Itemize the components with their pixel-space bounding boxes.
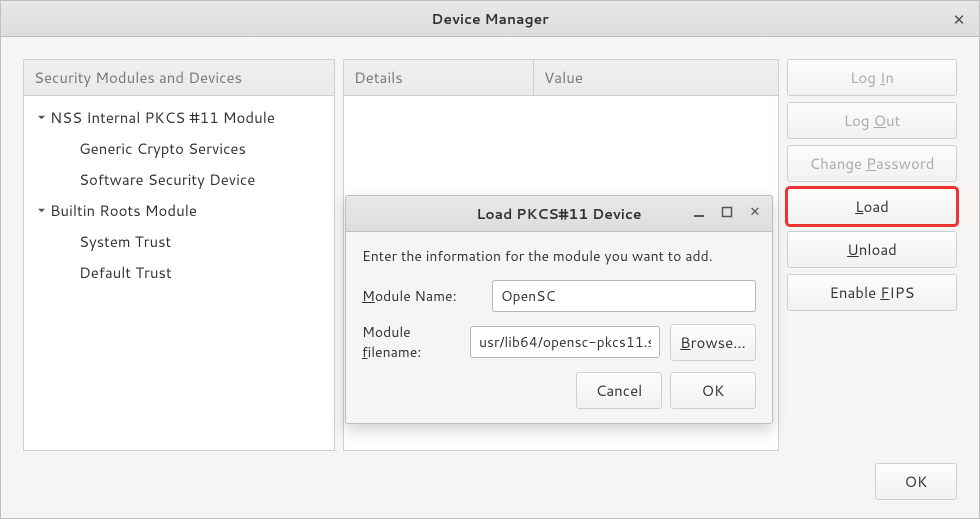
minimize-icon[interactable]: [690, 203, 708, 221]
tree-module-label: Builtin Roots Module: [50, 200, 197, 221]
tree-module-label: NSS Internal PKCS #11 Module: [50, 107, 275, 128]
tree-device-default-trust[interactable]: Default Trust: [24, 257, 334, 288]
dialog-instruction: Enter the information for the module you…: [362, 246, 756, 266]
tree-device-label: Default Trust: [79, 262, 172, 283]
ok-button[interactable]: OK: [875, 463, 957, 500]
dialog-title: Load PKCS#11 Device: [476, 204, 641, 224]
device-manager-window: Device Manager ✕ Security Modules and De…: [0, 0, 980, 519]
modules-tree-panel: Security Modules and Devices NSS Interna…: [23, 59, 335, 451]
window-title: Device Manager: [431, 9, 548, 29]
details-header-value: Value: [534, 60, 778, 96]
tree-module-nss[interactable]: NSS Internal PKCS #11 Module: [24, 102, 334, 133]
tree-device-label: Generic Crypto Services: [79, 138, 246, 159]
maximize-icon[interactable]: [718, 203, 736, 221]
tree-body[interactable]: NSS Internal PKCS #11 Module Generic Cry…: [24, 96, 334, 450]
logout-button[interactable]: Log Out: [787, 102, 957, 139]
enable-fips-button[interactable]: Enable FIPS: [787, 274, 957, 311]
tree-device-label: System Trust: [79, 231, 171, 252]
tree-header: Security Modules and Devices: [24, 60, 334, 96]
unload-button[interactable]: Unload: [787, 231, 957, 268]
module-name-input[interactable]: [492, 280, 756, 312]
close-icon[interactable]: ✕: [746, 203, 764, 221]
tree-device-label: Software Security Device: [79, 169, 255, 190]
tree-device-generic-crypto[interactable]: Generic Crypto Services: [24, 133, 334, 164]
dialog-footer: Cancel OK: [362, 372, 756, 409]
load-pkcs11-dialog: Load PKCS#11 Device ✕ Enter the informat…: [345, 195, 773, 424]
details-header-details: Details: [344, 60, 534, 96]
cancel-button[interactable]: Cancel: [576, 372, 662, 409]
dialog-titlebar: Load PKCS#11 Device ✕: [346, 196, 772, 232]
module-filename-row: Module filename: Browse…: [362, 322, 756, 362]
chevron-down-icon[interactable]: [34, 204, 48, 218]
tree-module-builtin-roots[interactable]: Builtin Roots Module: [24, 195, 334, 226]
change-password-button[interactable]: Change Password: [787, 145, 957, 182]
browse-button[interactable]: Browse…: [670, 324, 756, 361]
module-name-label: Module Name:: [362, 286, 482, 306]
module-name-row: Module Name:: [362, 280, 756, 312]
close-icon[interactable]: ✕: [949, 9, 969, 29]
login-button[interactable]: Log In: [787, 59, 957, 96]
load-button[interactable]: Load: [787, 188, 957, 225]
module-filename-input[interactable]: [470, 326, 660, 358]
footer: OK: [23, 451, 957, 500]
tree-device-software-security[interactable]: Software Security Device: [24, 164, 334, 195]
dialog-body: Enter the information for the module you…: [346, 232, 772, 423]
module-filename-label: Module filename:: [362, 322, 460, 362]
titlebar: Device Manager ✕: [1, 1, 979, 37]
tree-device-system-trust[interactable]: System Trust: [24, 226, 334, 257]
chevron-down-icon[interactable]: [34, 111, 48, 125]
side-buttons: Log In Log Out Change Password Load Unlo…: [787, 59, 957, 451]
dialog-ok-button[interactable]: OK: [670, 372, 756, 409]
